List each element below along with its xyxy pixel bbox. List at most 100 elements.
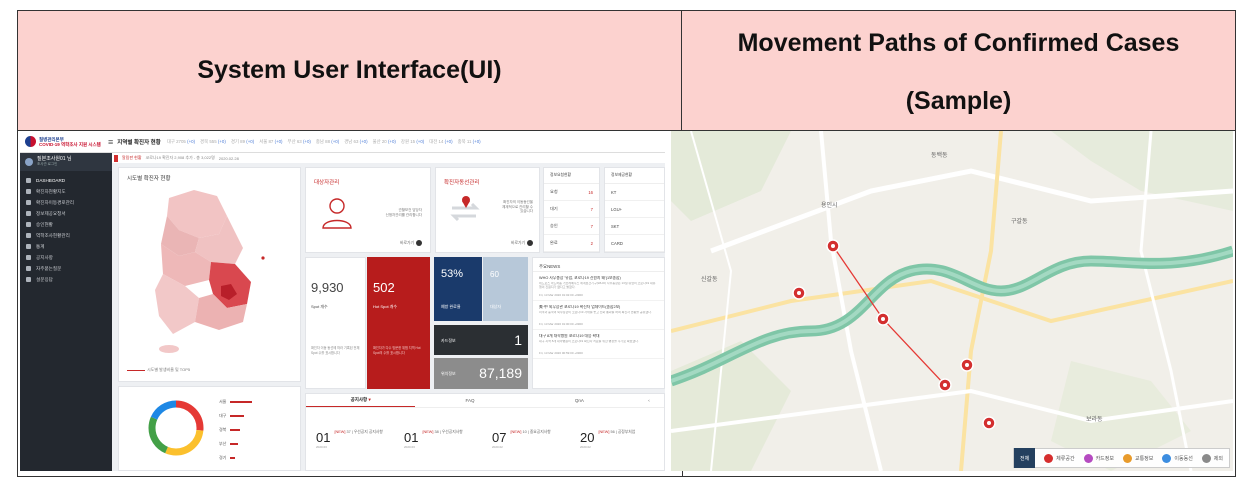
region-row[interactable]: 부산 [219, 441, 239, 447]
hotspot-desc: 확진자가 다수 방문한 위험 지역 Hot Spot의 수를 표시합니다 [373, 346, 421, 355]
sidebar-item[interactable]: 설문응답 [20, 274, 112, 285]
sidebar-item[interactable]: 통계 [20, 241, 112, 252]
info-request-row[interactable]: 승인 7 [544, 218, 599, 235]
map-region-jeju[interactable] [159, 345, 179, 353]
region-row[interactable]: 대구 [219, 413, 245, 419]
korea-map[interactable] [139, 186, 284, 356]
location-info-card[interactable]: 위치정보 87,189 [434, 358, 528, 389]
notice-bar: 알림판 현황 코로나19 확진자 2,908 추가 - 총 3,022명 202… [112, 153, 665, 163]
tab-faq[interactable]: FAQ [415, 394, 524, 407]
region-row[interactable]: 서울 [219, 399, 253, 405]
route-marker[interactable] [826, 239, 840, 253]
region-stat-label: 강원 15 [400, 138, 417, 144]
region-stat-chip[interactable]: 부산 63 (+0) [288, 139, 311, 145]
sidebar-item[interactable]: 확진자현황지도 [20, 186, 112, 197]
map-marker[interactable] [261, 256, 265, 260]
movement-more-link[interactable]: 바로가기 [511, 240, 533, 246]
region-stat-chip[interactable]: 경남 63 (+0) [344, 139, 367, 145]
legend-item[interactable]: 이동동선 [1162, 453, 1193, 463]
tab-qna[interactable]: QnA [525, 394, 634, 407]
sidebar-item[interactable]: 자주묻는질문 [20, 263, 112, 274]
board-item[interactable]: 07 2020.02 [NEW] 10 | 중요공지사항 [492, 430, 570, 449]
info-provider-row[interactable]: KT [605, 184, 664, 201]
sidebar-item[interactable]: 공지사항 [20, 252, 112, 263]
legend-item[interactable]: 교통정보 [1122, 453, 1153, 463]
movement-path-map[interactable]: 용인시 동백동 신갈동 구갈동 보라동 전체 체류공간 카드정보 교통정보 이동동선 제… [671, 131, 1233, 471]
card-info-card[interactable]: 카드정보 1 [434, 325, 528, 355]
region-row[interactable]: 경기 [219, 455, 236, 461]
info-provider-row[interactable]: SKT [605, 218, 664, 235]
region-stat-label: 서울 87 [259, 138, 275, 144]
news-item[interactable]: 대구 8개 대학병원 코로나19 대응 확대 대구 지역 8개 대학병원이 코로나… [533, 330, 664, 359]
region-row[interactable]: 경북 [219, 427, 241, 433]
info-request-card: 정보요청현황 요청 16 대기 7 승인 7 완료 2 [543, 167, 600, 253]
info-provider-row[interactable]: CARD [605, 235, 664, 252]
region-stat-chip[interactable]: 경북 555 (+0) [200, 139, 226, 145]
legend-item[interactable]: 제외 [1201, 453, 1223, 463]
info-request-row[interactable]: 대기 7 [544, 201, 599, 218]
route-marker[interactable] [938, 378, 952, 392]
hamburger-menu-icon[interactable]: ≡ [108, 137, 113, 147]
board-prev-button[interactable]: ‹ [634, 394, 664, 407]
region-stat-chip[interactable]: 경기 89 (+0) [231, 139, 254, 145]
legend-item[interactable]: 체류공간 [1044, 453, 1075, 463]
board-item[interactable]: 01 2020.03 [NEW] 38 | 우선공지사항 [404, 430, 482, 449]
subject-count-card[interactable]: 60 대상자 [483, 257, 528, 321]
board-item[interactable]: 01 2020.03 [NEW] 37 | 우선공지 공지사항 [316, 430, 394, 449]
info-request-row[interactable]: 요청 16 [544, 184, 599, 201]
notice-text[interactable]: 코로나19 확진자 2,908 추가 - 총 3,022명 [146, 155, 215, 161]
notice-tag: 알림판 현황 [122, 155, 142, 160]
movement-manage-card[interactable]: 확진자동선관리 확진자의 이동동선을 체계적으로 관리할 수 있습니다 바로가기 [435, 167, 540, 253]
hotspot-count-card[interactable]: 502 Hot Spot 개수 확진자가 다수 방문한 위험 지역 Hot Sp… [367, 257, 430, 389]
info-request-head: 정보요청현황 [544, 168, 599, 184]
map-canvas[interactable]: 용인시 동백동 신갈동 구갈동 보라동 [671, 131, 1233, 471]
sidebar-item[interactable]: 확진자이동경로관리 [20, 197, 112, 208]
tab-notice[interactable]: 공지사항 ▾ [306, 394, 416, 407]
info-request-rows: 요청 16 대기 7 승인 7 완료 2 [544, 184, 599, 252]
info-provider-label: SKT [611, 223, 620, 229]
region-stat-chip[interactable]: 서울 87 (+0) [259, 139, 282, 145]
legend-marker-icon [1044, 453, 1054, 463]
info-request-row[interactable]: 완료 2 [544, 235, 599, 252]
agency-logo[interactable]: 질병관리본부 COVID-19 역학조사 지원 시스템 [20, 131, 108, 153]
sidebar-item[interactable]: DASHBOARD [20, 175, 112, 186]
spot-count: 9,930 [311, 280, 344, 295]
region-stat-chip[interactable]: 대구 2705 (+0) [167, 139, 195, 145]
header-movement-paths: Movement Paths of Confirmed Cases (Sampl… [682, 11, 1235, 130]
board-title: 56 | 공정부처업 [610, 430, 636, 434]
region-stat-chip[interactable]: 충남 88 (+0) [316, 139, 339, 145]
route-marker[interactable] [792, 286, 806, 300]
region-stat-chip[interactable]: 충북 11 (+0) [458, 139, 481, 145]
route-marker[interactable] [982, 416, 996, 430]
sidebar-item[interactable]: 역학조사현황관리 [20, 230, 112, 241]
news-item[interactable]: 美·中 외무장관 코로나19 확진자 업데이트(종합2보) 미국과 중국의 외무장… [533, 301, 664, 330]
region-donut-chart[interactable] [145, 397, 207, 459]
sidebar: 질본조사원01 님 조사관 로그인 DASHBOARD 확진자현황지도 확진자이동경… [20, 153, 112, 471]
sidebar-item-label: 역학조사현황관리 [36, 232, 70, 238]
sidebar-item[interactable]: 정보제공요청서 [20, 208, 112, 219]
legend-item[interactable]: 카드정보 [1083, 453, 1114, 463]
route-marker[interactable] [876, 312, 890, 326]
legend-line [127, 370, 145, 371]
subject-count-label: 대상자 [490, 304, 502, 309]
info-provider-row[interactable]: LGU+ [605, 201, 664, 218]
user-panel[interactable]: 질본조사원01 님 조사관 로그인 [20, 153, 112, 171]
prevention-rate-label: 예방 완료율 [441, 304, 461, 309]
news-item[interactable]: WHO 사무총장 '유럽, 코로나19 진원지 돼'(1보종합) 테드로스 아드하… [533, 272, 664, 301]
arrow-right-icon [527, 240, 533, 246]
region-stat-chip[interactable]: 강원 15 (+0) [401, 139, 424, 145]
region-stat-chip[interactable]: 대전 14 (+0) [429, 139, 452, 145]
legend-all-button[interactable]: 전체 [1013, 448, 1036, 468]
hotspot-count: 502 [373, 280, 395, 295]
board-items: 01 2020.03 [NEW] 37 | 우선공지 공지사항 01 2020.03 [N… [306, 408, 664, 449]
subject-more-link[interactable]: 바로가기 [400, 240, 422, 246]
board-item[interactable]: 20 2020.02 [NEW] 56 | 공정부처업 [580, 430, 658, 449]
sidebar-item[interactable]: 승인현황 [20, 219, 112, 230]
spot-count-card[interactable]: 9,930 Spot 개수 확진자 이동 동선에 따라 기록된 전체 Spot … [305, 257, 366, 389]
subject-manage-card[interactable]: 대상자관리 관할보건 담당자 신청자관리를 관리합니다 바로가기 [305, 167, 431, 253]
map-legend: 전체 체류공간 카드정보 교통정보 이동동선 제외 [1012, 448, 1230, 468]
prevention-rate-card[interactable]: 53% 예방 완료율 [434, 257, 482, 321]
route-marker[interactable] [960, 358, 974, 372]
region-stat-chip[interactable]: 울산 20 (+0) [373, 139, 396, 145]
info-request-label: 승인 [550, 223, 558, 228]
